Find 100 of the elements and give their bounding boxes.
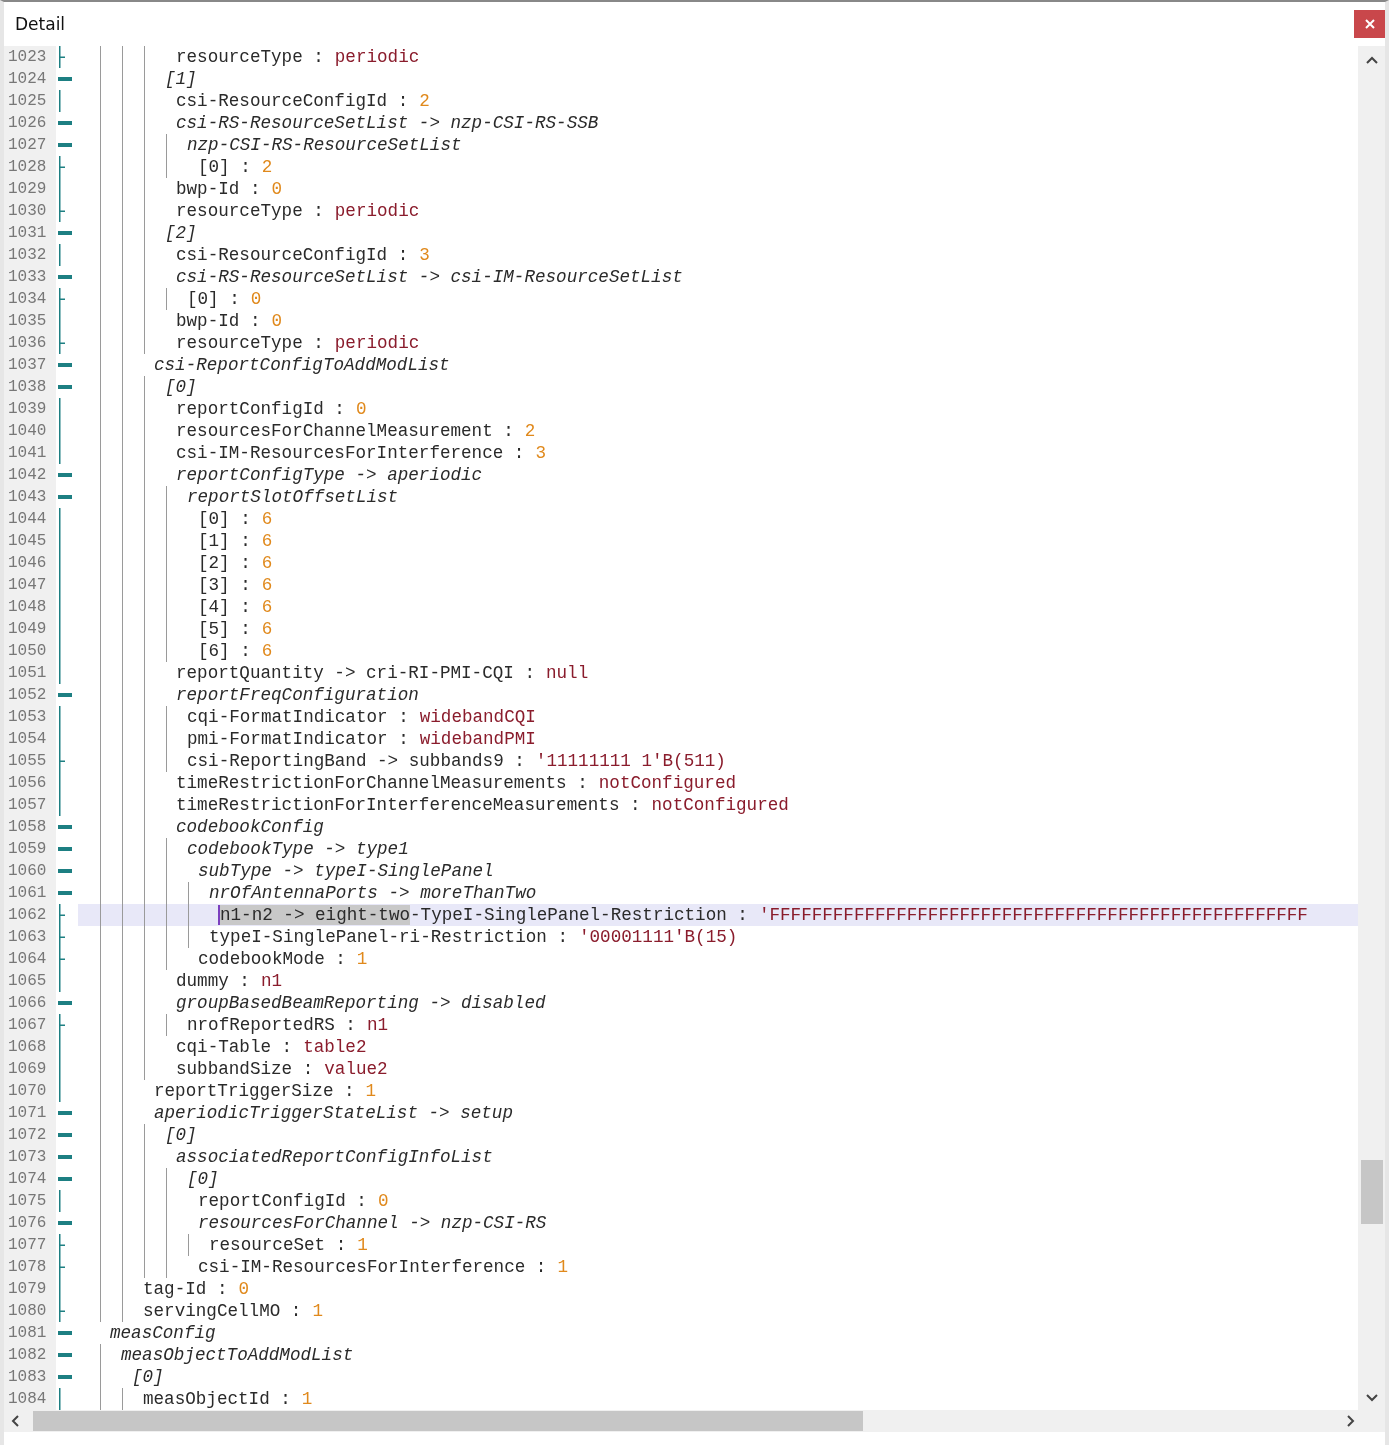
code-line[interactable]: servingCellMO : 1 (78, 1300, 1358, 1322)
code-line[interactable]: associatedReportConfigInfoList (78, 1146, 1358, 1168)
code-line[interactable]: reportConfigType -> aperiodic (78, 464, 1358, 486)
collapse-icon[interactable] (58, 825, 72, 829)
code-line[interactable]: csi-ReportConfigToAddModList (78, 354, 1358, 376)
code-line[interactable]: resourceSet : 1 (78, 1234, 1358, 1256)
scroll-left-icon[interactable] (11, 1415, 19, 1427)
code-line[interactable]: csi-ResourceConfigId : 2 (78, 90, 1358, 112)
code-line[interactable]: dummy : n1 (78, 970, 1358, 992)
scroll-down-icon[interactable] (1365, 1394, 1378, 1402)
collapse-icon[interactable] (58, 1353, 72, 1357)
code-line[interactable]: [2] (78, 222, 1358, 244)
code-line[interactable]: csi-IM-ResourcesForInterference : 3 (78, 442, 1358, 464)
code-line[interactable]: csi-RS-ResourceSetList -> nzp-CSI-RS-SSB (78, 112, 1358, 134)
code-line[interactable]: csi-IM-ResourcesForInterference : 1 (78, 1256, 1358, 1278)
code-line[interactable]: csi-ResourceConfigId : 3 (78, 244, 1358, 266)
collapse-icon[interactable] (58, 143, 72, 147)
collapse-icon[interactable] (58, 1111, 72, 1115)
code-line[interactable]: [0] : 2 (78, 156, 1358, 178)
code-line[interactable]: nzp-CSI-RS-ResourceSetList (78, 134, 1358, 156)
line-number: 1043 (7, 487, 48, 508)
code-line[interactable]: tag-Id : 0 (78, 1278, 1358, 1300)
code-line[interactable]: timeRestrictionForChannelMeasurements : notConfigured (78, 772, 1358, 794)
code-line[interactable]: bwp-Id : 0 (78, 310, 1358, 332)
collapse-icon[interactable] (58, 495, 72, 499)
field-value: 1 (301, 1389, 313, 1409)
collapse-icon[interactable] (58, 363, 72, 367)
code-line[interactable]: measObjectToAddModList (78, 1344, 1358, 1366)
code-line[interactable]: resourceType : periodic (78, 332, 1358, 354)
collapse-icon[interactable] (58, 1133, 72, 1137)
scroll-thumb[interactable] (33, 1411, 863, 1431)
code-line[interactable]: reportQuantity -> cri-RI-PMI-CQI : null (78, 662, 1358, 684)
collapse-icon[interactable] (58, 1221, 72, 1225)
code-line[interactable]: [5] : 6 (78, 618, 1358, 640)
code-line[interactable]: reportTriggerSize : 1 (78, 1080, 1358, 1102)
code-line[interactable]: subbandSize : value2 (78, 1058, 1358, 1080)
code-line[interactable]: typeI-SinglePanel-ri-Restriction : '00001111'B(15) (78, 926, 1358, 948)
code-line[interactable]: codebookType -> type1 (78, 838, 1358, 860)
collapse-icon[interactable] (58, 473, 72, 477)
code-line[interactable]: resourcesForChannelMeasurement : 2 (78, 420, 1358, 442)
field-value: value2 (324, 1059, 388, 1079)
collapse-icon[interactable] (58, 891, 72, 895)
collapse-icon[interactable] (58, 847, 72, 851)
collapse-icon[interactable] (58, 231, 72, 235)
code-line[interactable]: bwp-Id : 0 (78, 178, 1358, 200)
collapse-icon[interactable] (58, 121, 72, 125)
code-line[interactable]: pmi-FormatIndicator : widebandPMI (78, 728, 1358, 750)
scroll-up-icon[interactable] (1365, 56, 1378, 64)
code-line[interactable]: measConfig (78, 1322, 1358, 1344)
code-line[interactable]: codebookConfig (78, 816, 1358, 838)
code-line[interactable]: csi-RS-ResourceSetList -> csi-IM-ResourceSetList (78, 266, 1358, 288)
code-line[interactable]: codebookMode : 1 (78, 948, 1358, 970)
code-line[interactable]: reportSlotOffsetList (78, 486, 1358, 508)
code-line[interactable]: [1] (78, 68, 1358, 90)
code-line[interactable]: [0] : 6 (78, 508, 1358, 530)
collapse-icon[interactable] (58, 1177, 72, 1181)
code-line[interactable]: [0] (78, 1366, 1358, 1388)
scroll-thumb[interactable] (1360, 1160, 1383, 1224)
collapse-icon[interactable] (58, 869, 72, 873)
code-line[interactable]: reportConfigId : 0 (78, 1190, 1358, 1212)
code-line[interactable]: timeRestrictionForInterferenceMeasurements : notConfigured (78, 794, 1358, 816)
code-line[interactable]: [4] : 6 (78, 596, 1358, 618)
collapse-icon[interactable] (58, 385, 72, 389)
code-line[interactable]: nrOfAntennaPorts -> moreThanTwo (78, 882, 1358, 904)
collapse-icon[interactable] (58, 1155, 72, 1159)
close-button[interactable] (1354, 10, 1385, 38)
collapse-icon[interactable] (58, 693, 72, 697)
code-line[interactable]: cqi-Table : table2 (78, 1036, 1358, 1058)
code-line[interactable]: aperiodicTriggerStateList -> setup (78, 1102, 1358, 1124)
line-number: 1030 (7, 201, 48, 222)
code-line[interactable]: [2] : 6 (78, 552, 1358, 574)
code-line[interactable]: [3] : 6 (78, 574, 1358, 596)
code-line[interactable]: [0] : 0 (78, 288, 1358, 310)
code-line[interactable]: cqi-FormatIndicator : widebandCQI (78, 706, 1358, 728)
collapse-icon[interactable] (58, 77, 72, 81)
code-line[interactable]: [0] (78, 376, 1358, 398)
line-number: 1049 (7, 619, 48, 640)
code-line[interactable]: reportConfigId : 0 (78, 398, 1358, 420)
code-line[interactable]: subType -> typeI-SinglePanel (78, 860, 1358, 882)
collapse-icon[interactable] (58, 275, 72, 279)
field-name: csi-ReportingBand -> subbands9 : (187, 751, 525, 771)
collapse-icon[interactable] (58, 1375, 72, 1379)
horizontal-scrollbar[interactable] (4, 1410, 1385, 1432)
code-line[interactable]: [0] (78, 1168, 1358, 1190)
code-line[interactable]: groupBasedBeamReporting -> disabled (78, 992, 1358, 1014)
collapse-icon[interactable] (58, 1001, 72, 1005)
code-line[interactable]: nrofReportedRS : n1 (78, 1014, 1358, 1036)
code-line[interactable]: [0] (78, 1124, 1358, 1146)
code-line[interactable]: measObjectId : 1 (78, 1388, 1358, 1410)
code-line[interactable]: [6] : 6 (78, 640, 1358, 662)
collapse-icon[interactable] (58, 1331, 72, 1335)
node-name: csi-ReportConfigToAddModList (154, 355, 450, 375)
code-line[interactable]: resourceType : periodic (78, 200, 1358, 222)
code-line[interactable]: resourcesForChannel -> nzp-CSI-RS (78, 1212, 1358, 1234)
code-line[interactable]: resourceType : periodic (78, 46, 1358, 68)
code-line[interactable]: csi-ReportingBand -> subbands9 : '11111111 1'B(511) (78, 750, 1358, 772)
code-line[interactable]: reportFreqConfiguration (78, 684, 1358, 706)
code-line[interactable]: [1] : 6 (78, 530, 1358, 552)
vertical-scrollbar[interactable] (1358, 46, 1385, 1410)
scroll-right-icon[interactable] (1347, 1415, 1355, 1427)
